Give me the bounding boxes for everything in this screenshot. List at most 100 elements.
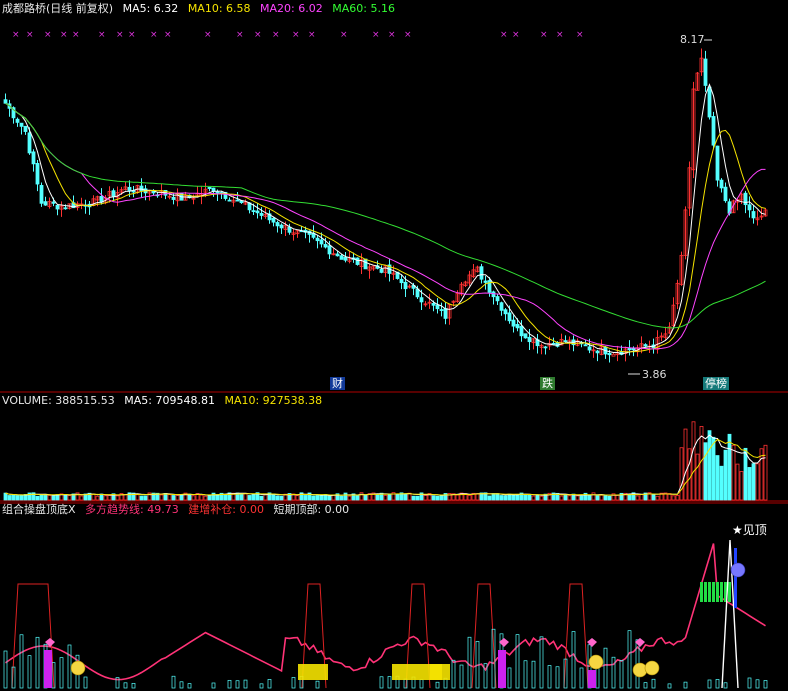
diamond-icon	[499, 638, 509, 647]
candle-body	[403, 281, 408, 290]
volume-readout: VOLUME: 388515.53	[2, 394, 115, 407]
ma10-readout: MA10: 6.58	[187, 2, 251, 15]
volume-bar	[107, 494, 112, 501]
ind-bar	[67, 644, 72, 689]
signal-mark: ×	[26, 30, 34, 40]
candle-body	[419, 297, 424, 303]
ind-bar	[379, 676, 384, 689]
signal-mark: ×	[272, 30, 280, 40]
volume-bar	[243, 493, 248, 501]
volume-bar	[495, 493, 500, 501]
volume-bar	[635, 495, 640, 501]
volume-bar	[327, 495, 332, 501]
volume-bar	[727, 433, 732, 501]
blue-face-icon	[730, 562, 746, 578]
ind-bar	[3, 650, 8, 689]
ind-bar	[555, 666, 560, 689]
stock-chart[interactable]: × × × × × × × × × × × × × × × × × × × × × × × × ×	[0, 0, 788, 691]
volume-bar	[487, 495, 492, 501]
volume-bar	[167, 494, 172, 501]
ma5-line	[5, 83, 766, 355]
yellow-block	[430, 664, 450, 680]
volume-bar	[271, 493, 276, 501]
candle-body	[563, 340, 568, 343]
volume-bar	[603, 495, 608, 501]
ind-bar	[459, 664, 464, 689]
candle-body	[747, 204, 752, 211]
volume-bar	[747, 467, 752, 501]
volume-bar	[223, 493, 228, 501]
candle-body	[15, 118, 20, 123]
candle-body	[343, 256, 348, 261]
volume-bar	[683, 428, 688, 501]
trend-line	[5, 543, 766, 681]
volume-bar	[275, 495, 280, 501]
candle-body	[611, 353, 616, 357]
ind-bar	[531, 660, 536, 689]
event-tag-tingbang[interactable]: 停榜	[703, 377, 729, 390]
volume-bar	[11, 494, 16, 501]
ind-bar	[419, 679, 424, 689]
signal-mark: ×	[576, 30, 584, 40]
candle-body	[215, 191, 220, 194]
add-readout: 建增补仓: 0.00	[188, 503, 264, 516]
candle-body	[111, 190, 116, 197]
signal-mark: ×	[500, 30, 508, 40]
green-block	[704, 582, 707, 602]
volume-bar	[199, 494, 204, 501]
volume-bar	[347, 495, 352, 501]
candle-body	[251, 210, 256, 213]
volume-bar	[251, 494, 256, 501]
ind-bar	[611, 656, 616, 689]
signal-mark: ×	[340, 30, 348, 40]
candle-body	[715, 145, 720, 181]
volume-bar	[711, 436, 716, 501]
volume-bar	[523, 494, 528, 501]
candle-body	[527, 336, 532, 343]
candle-body	[551, 342, 556, 345]
green-block	[708, 582, 711, 602]
ind-bar	[435, 681, 440, 689]
volume-bar	[679, 447, 684, 501]
ind-bar	[467, 636, 472, 689]
volume-bar	[743, 447, 748, 501]
volume-bar	[563, 494, 568, 501]
candle-body	[55, 204, 60, 210]
volume-bar	[7, 495, 12, 501]
ind-bar	[83, 676, 88, 689]
candle-body	[363, 258, 368, 270]
ind-bar	[579, 667, 584, 689]
signal-mark: ×	[236, 30, 244, 40]
candle-body	[483, 280, 488, 283]
signal-mark: ×	[308, 30, 316, 40]
blue-bar	[734, 548, 737, 608]
volume-bar	[411, 495, 416, 501]
volume-bar	[703, 442, 708, 501]
volume-bar	[539, 495, 544, 501]
ind-bar	[315, 680, 320, 689]
event-tag-cai[interactable]: 财	[330, 377, 345, 390]
ind-bar	[747, 677, 752, 689]
candle-body	[319, 239, 324, 245]
diamond-icon	[587, 638, 597, 647]
volume-bar	[651, 494, 656, 501]
volume-bar	[491, 493, 496, 501]
event-tag-die[interactable]: 跌	[540, 377, 555, 390]
volume-bar	[499, 495, 504, 501]
ind-bar	[755, 679, 760, 689]
volume-bar	[431, 495, 436, 501]
spike-signal	[563, 583, 589, 689]
volume-bar	[575, 495, 580, 501]
ind-bar	[211, 682, 216, 689]
ind-bar	[723, 682, 728, 689]
volume-bar	[247, 495, 252, 501]
signal-mark: ×	[12, 30, 20, 40]
volume-bar	[467, 494, 472, 501]
ind-bar	[643, 682, 648, 689]
signal-mark: ×	[44, 30, 52, 40]
candle-body	[127, 186, 132, 192]
ma5-readout: MA5: 6.32	[122, 2, 179, 15]
volume-bar	[415, 495, 420, 501]
ind-bar	[243, 679, 248, 689]
price-header: 成都路桥(日线 前复权) MA5: 6.32 MA10: 6.58 MA20: …	[2, 2, 401, 16]
